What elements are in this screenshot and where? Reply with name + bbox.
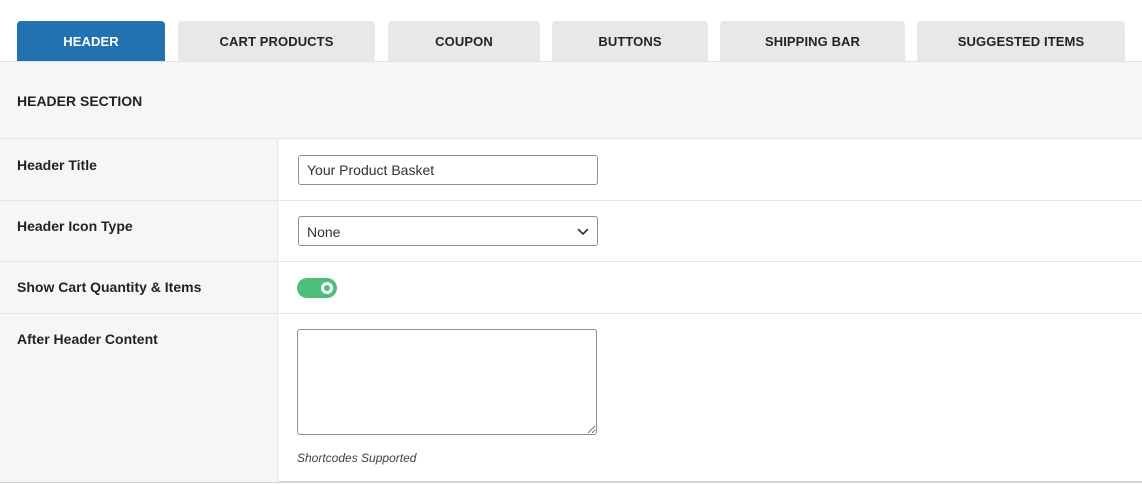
show-cart-quantity-label: Show Cart Quantity & Items [17, 279, 202, 295]
after-header-content-textarea[interactable] [297, 329, 597, 435]
tab-shipping-bar[interactable]: SHIPPING BAR [720, 21, 905, 61]
show-cart-quantity-toggle[interactable] [297, 278, 337, 298]
row-divider [0, 200, 1142, 201]
tab-header[interactable]: HEADER [17, 21, 165, 61]
section-header: HEADER SECTION [0, 62, 1142, 139]
label-column [0, 139, 278, 482]
tab-cart-products[interactable]: CART PRODUCTS [178, 21, 375, 61]
tab-suggested-items[interactable]: SUGGESTED ITEMS [917, 21, 1125, 61]
row-divider [0, 313, 1142, 314]
toggle-knob [321, 282, 333, 294]
header-icon-type-label: Header Icon Type [17, 218, 133, 234]
header-title-label: Header Title [17, 157, 97, 173]
header-title-input[interactable] [298, 155, 598, 185]
settings-tabs: HEADER CART PRODUCTS COUPON BUTTONS SHIP… [0, 0, 1142, 61]
select-value: None [307, 224, 341, 240]
tab-buttons[interactable]: BUTTONS [552, 21, 708, 61]
header-icon-type-select[interactable]: None [298, 216, 598, 246]
chevron-down-icon [577, 228, 589, 235]
after-header-content-label: After Header Content [17, 331, 158, 347]
settings-panel: HEADER SECTION Header Title Header Icon … [0, 61, 1142, 483]
section-title: HEADER SECTION [17, 93, 143, 109]
tab-coupon[interactable]: COUPON [388, 21, 540, 61]
row-divider [0, 261, 1142, 262]
shortcodes-hint: Shortcodes Supported [297, 451, 417, 465]
